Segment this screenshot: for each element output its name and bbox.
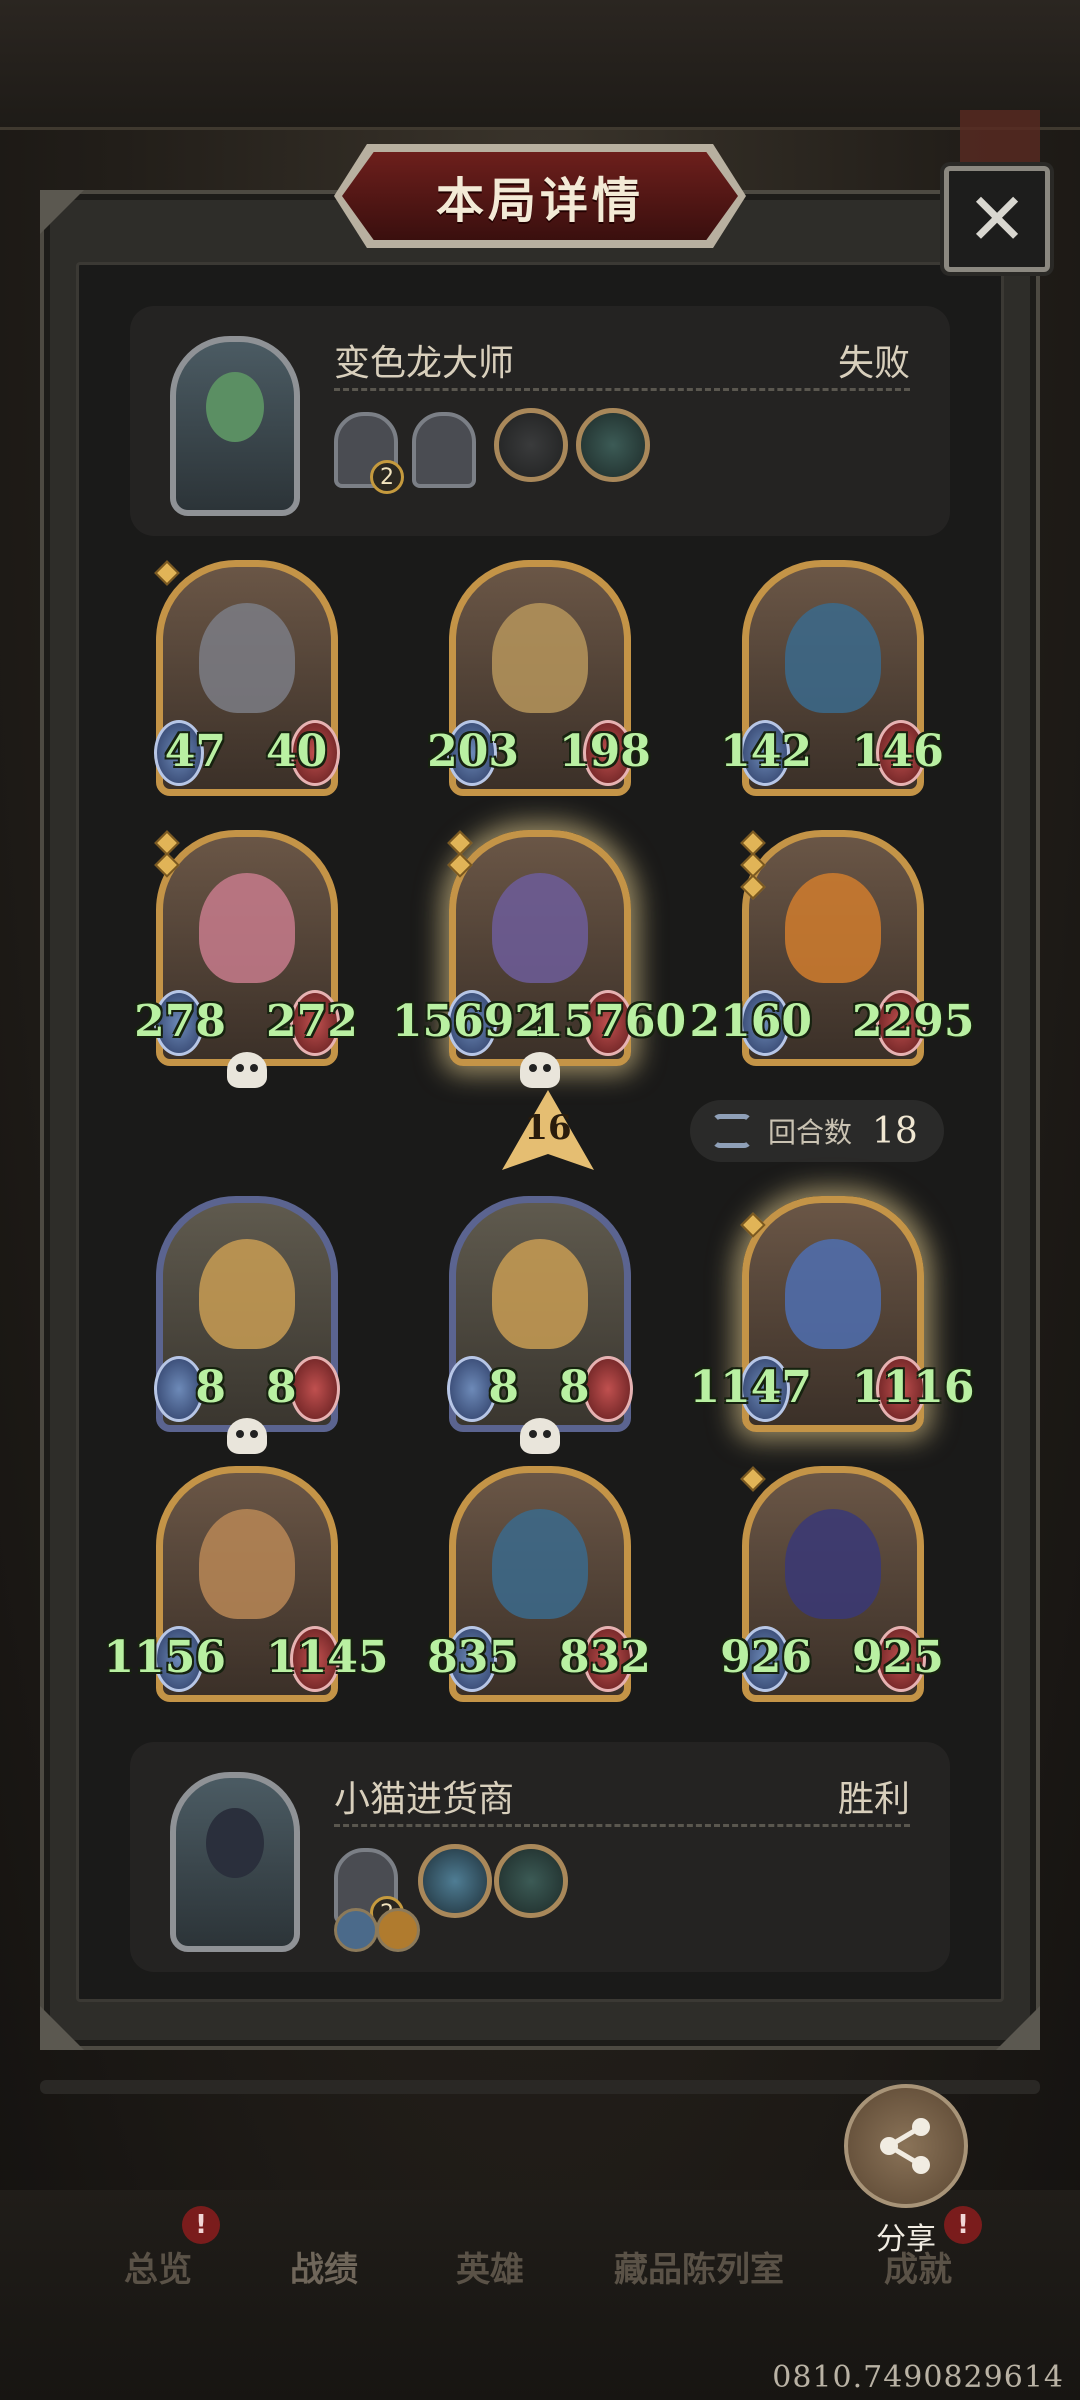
opponent-card: 变色龙大师 失败 2 xyxy=(130,306,950,536)
skull-icon xyxy=(227,1052,267,1088)
close-icon: ✕ xyxy=(966,177,1028,261)
health-orb-icon xyxy=(290,1356,340,1422)
debug-coords: 0810.7490829614 xyxy=(772,2360,1064,2395)
minion-attack: 278 xyxy=(134,996,226,1047)
minion-health: 272 xyxy=(266,996,358,1047)
close-button[interactable]: ✕ xyxy=(944,166,1050,272)
minion-attack: 142 xyxy=(720,726,812,777)
health-orb-icon xyxy=(583,1356,633,1422)
opponent-result: 失败 xyxy=(837,343,910,384)
minion-health: 8 xyxy=(559,1362,590,1413)
minion-health: 832 xyxy=(559,1632,651,1683)
opponent-name: 变色龙大师 xyxy=(334,343,515,384)
minion-attack: 203 xyxy=(427,726,519,777)
skull-icon xyxy=(520,1418,560,1454)
minion-health: 146 xyxy=(852,726,944,777)
page-title: 本局详情 xyxy=(435,173,644,229)
minion-attack: 8 xyxy=(488,1362,519,1413)
round-label: 回合数 xyxy=(768,1116,853,1149)
player-minion-witch-hat[interactable]: 926 925 xyxy=(720,1466,944,1716)
player-minion-pinocchio[interactable]: 8 8 xyxy=(447,1196,633,1454)
share-button[interactable] xyxy=(844,2084,968,2208)
minion-health: 1145 xyxy=(266,1632,389,1683)
minion-health: 1116 xyxy=(852,1362,975,1413)
minion-attack: 47 xyxy=(164,726,226,777)
notification-badge: ! xyxy=(944,2206,982,2244)
player-avatar[interactable] xyxy=(170,1772,300,1952)
share-icon xyxy=(880,2118,930,2174)
star-gem-icon xyxy=(740,1466,766,1492)
player-card: 小猫进货商 胜利 2 xyxy=(130,1742,950,1972)
nav-record[interactable]: 战绩 xyxy=(290,2242,358,2291)
opponent-minion-pumpkin[interactable]: 2160 2295 xyxy=(690,830,974,1080)
repeat-icon xyxy=(712,1114,752,1148)
player-minion-pinocchio[interactable]: 8 8 xyxy=(154,1196,340,1454)
minion-health: 8 xyxy=(266,1362,297,1413)
divider xyxy=(334,1824,910,1827)
divider xyxy=(334,388,910,391)
player-minion-dwarf-king[interactable]: 1156 1145 xyxy=(104,1466,388,1716)
nav-overview[interactable]: 总览 xyxy=(124,2242,192,2291)
potion-icon[interactable] xyxy=(576,408,650,482)
turn-number: 16 xyxy=(524,1108,572,1148)
minion-health: 925 xyxy=(852,1632,944,1683)
minion-attack: 1147 xyxy=(689,1362,812,1413)
minion-health: 15760 xyxy=(533,996,687,1047)
minion-health: 198 xyxy=(559,726,651,777)
sword-buff-icon[interactable] xyxy=(334,1908,378,1952)
potion-icon[interactable] xyxy=(494,1844,568,1918)
player-result: 胜利 xyxy=(837,1779,910,1820)
nav-heroes[interactable]: 英雄 xyxy=(456,2242,524,2291)
opponent-hero-slot[interactable]: 2 xyxy=(334,412,404,494)
minion-attack: 835 xyxy=(427,1632,519,1683)
fishbowl-icon[interactable] xyxy=(418,1844,492,1918)
top-bar xyxy=(0,0,1080,130)
minion-attack: 926 xyxy=(720,1632,812,1683)
opponent-minion-knight[interactable]: 47 40 xyxy=(154,560,340,810)
opponent-minion-dryad[interactable]: 278 272 xyxy=(134,830,358,1088)
minion-health: 40 xyxy=(266,726,328,777)
minion-attack: 2160 xyxy=(689,996,812,1047)
player-minion-elf[interactable]: 835 832 xyxy=(427,1466,651,1716)
relic-icon[interactable] xyxy=(494,408,568,482)
player-name: 小猫进货商 xyxy=(334,1779,515,1820)
strength-buff-icon[interactable] xyxy=(376,1908,420,1952)
slot-level-badge: 2 xyxy=(370,460,404,494)
opponent-avatar[interactable] xyxy=(170,336,300,516)
round-value: 18 xyxy=(872,1110,918,1152)
skull-icon xyxy=(227,1418,267,1454)
minion-health: 2295 xyxy=(852,996,975,1047)
skull-icon xyxy=(520,1052,560,1088)
title-plate: 本局详情 xyxy=(342,152,738,240)
notification-badge: ! xyxy=(182,2206,220,2244)
share-label: 分享 xyxy=(876,2222,936,2257)
minion-attack: 15692 xyxy=(391,996,545,1047)
minion-attack: 1156 xyxy=(103,1632,226,1683)
minion-attack: 8 xyxy=(195,1362,226,1413)
opponent-hero-slot[interactable] xyxy=(412,412,476,488)
round-count-pill: 回合数 18 xyxy=(690,1100,944,1162)
player-minion-star-mage[interactable]: 1147 1116 xyxy=(690,1196,974,1446)
opponent-minion-scarecrow[interactable]: 203 198 xyxy=(427,560,651,810)
nav-collection[interactable]: 藏品陈列室 xyxy=(614,2242,784,2291)
star-gem-icon xyxy=(154,560,180,586)
opponent-minion-elf[interactable]: 142 146 xyxy=(720,560,944,810)
opponent-minion-dragon[interactable]: 15692 15760 xyxy=(392,830,686,1088)
